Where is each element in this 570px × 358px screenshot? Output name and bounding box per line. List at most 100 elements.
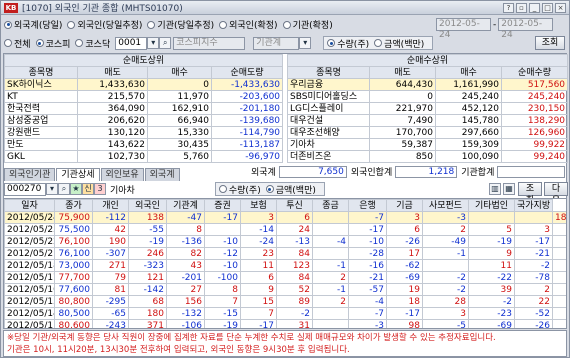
detail-table-row[interactable]: 2012/05/21 76,100 -307 246 82 -12 23 84 -28 17 -1 9… <box>4 247 566 260</box>
radio-market-kospi[interactable]: 코스피 <box>35 37 70 50</box>
sell-table-row[interactable]: 만도 143,622 30,435 -113,187 <box>4 138 284 151</box>
detail-table-row[interactable]: 2012/05/24 75,900 -112 138 -47 -17 3 6 -7 3 -3 18 <box>4 211 566 224</box>
chart-icon[interactable]: ▥ <box>489 183 501 195</box>
title-bar: KB [1070] 외국인 기관 종합 (MHTS01070) ? ▫ _ □ … <box>1 1 569 15</box>
radio-market-all[interactable]: 전체 <box>4 37 31 50</box>
detail-table-row[interactable]: 2012/05/23 75,500 42 -55 8 -14 24 -17 6 2 5 3 <box>4 223 566 236</box>
buy-table-row[interactable]: 우리금융 644,430 1,161,990 517,560 <box>287 78 569 91</box>
chevron-down-icon[interactable]: ▾ <box>299 37 312 49</box>
investor-value-cell: -4 <box>312 235 349 248</box>
tab-foreign-broker[interactable]: 외국계 <box>144 168 180 181</box>
favorite-icon[interactable]: ★ <box>70 183 82 195</box>
search-icon[interactable]: ⌕ <box>58 183 70 195</box>
radio-foreigner-confirmed[interactable]: 외국인(확정) <box>219 18 278 31</box>
investor-value-cell: -132 <box>166 307 205 320</box>
radio-market-kosdaq[interactable]: 코스닥 <box>75 37 110 50</box>
investor-value-cell <box>204 223 241 236</box>
sell-table-row[interactable]: GKL 102,730 5,760 -96,970 <box>4 150 284 163</box>
investor-value-cell <box>514 211 553 224</box>
detail-panel: 일자 종가 개인 외국인 기관계 증권 보험 투신 종금 은행 기금 사모펀드 기타법인 국가지방 201… <box>3 198 567 329</box>
investor-value-cell: 68 <box>128 295 167 308</box>
radio-dot <box>75 39 84 47</box>
buy-table-row[interactable]: 대우건설 7,490 145,780 138,290 <box>287 114 569 127</box>
detail-table-row[interactable]: 2012/05/16 77,600 81 -142 27 8 9 52 -1 -57 19 -2 39 2 <box>4 283 566 296</box>
investor-type-row: 외국계(당일) 외국인(당일추정) 기관(당일추정) 외국인(확정) 기관(확정… <box>4 18 569 40</box>
investor-value-cell: -62 <box>386 259 423 272</box>
date-from-input[interactable]: 2012-05-24 <box>436 18 491 40</box>
date-cell: 2012/05/24 <box>4 211 55 224</box>
help-button[interactable]: ? <box>503 3 514 13</box>
detail-table-row[interactable]: 2012/05/14 80,500 -65 180 -132 -15 7 -2 -7 -17 3 -2… <box>4 307 566 320</box>
tab-foreign-holding[interactable]: 외인보유 <box>100 168 144 181</box>
investor-value-cell: -17 <box>348 223 387 236</box>
buy-table-row[interactable]: 대우조선해양 170,700 297,660 126,960 <box>287 126 569 139</box>
stock-code-input[interactable]: 000270 <box>4 182 46 196</box>
radio-unit-quantity[interactable]: 수량(주) <box>327 37 369 50</box>
pin-button[interactable]: ▫ <box>516 3 527 13</box>
detail-table-row[interactable]: 2012/05/22 76,100 190 -19 -136 -10 -24 -13 -4 -10… <box>4 235 566 248</box>
radio-institution-estimate[interactable]: 기관(당일추정) <box>147 18 214 31</box>
buy-volume-cell: 0 <box>147 78 212 91</box>
radio-dot <box>4 20 12 29</box>
query-button[interactable]: 조회 <box>535 36 565 50</box>
inst-total-label: 기관합계 <box>461 168 495 178</box>
investor-value-cell <box>312 223 349 236</box>
dropdown-icon[interactable]: ▾ <box>46 183 58 195</box>
investor-value-cell: -19 <box>468 235 515 248</box>
detail-table-row[interactable]: 2012/05/15 80,800 -295 68 156 7 15 89 2 -4 18 28 -2 2… <box>4 295 566 308</box>
dropdown-icon[interactable]: ▾ <box>147 37 160 49</box>
radio-foreigner-estimate[interactable]: 외국인(당일추정) <box>67 18 142 31</box>
detail-table-row[interactable]: 2012/05/17 77,700 79 121 -201 -100 6 84 2 -21 -69-… <box>4 271 566 284</box>
sell-table-row[interactable]: KT 215,570 11,970 -203,600 <box>4 90 284 103</box>
investor-value-cell: -21 <box>514 247 553 260</box>
radio-institution-confirmed[interactable]: 기관(확정) <box>282 18 333 31</box>
radio-unit-amount[interactable]: 금액(백만) <box>374 37 424 50</box>
close-price-cell: 77,600 <box>54 283 93 296</box>
investor-value-cell: 31 <box>276 319 313 328</box>
net-buy-table-wrap: 순매수상위 종목명 매도 매수 순매수량 우리금융 644,430 1,161,99… <box>286 54 569 163</box>
buy-table-row[interactable]: 기아차 59,387 159,309 99,922 <box>287 138 569 151</box>
buy-table-row[interactable]: SBS미디어홀딩스 0 245,240 245,240 <box>287 90 569 103</box>
margin-icon[interactable]: 3 <box>94 183 106 195</box>
investor-value-cell: -14 <box>240 223 277 236</box>
maximize-button[interactable]: □ <box>542 3 553 13</box>
index-code-input[interactable]: 0001 <box>115 36 148 50</box>
investor-value-cell: -49 <box>422 235 469 248</box>
net-volume-cell: -113,187 <box>210 138 284 151</box>
close-button[interactable]: × <box>555 3 566 13</box>
radio-detail-quantity[interactable]: 수량(주) <box>218 183 261 196</box>
radio-detail-amount[interactable]: 금액(백만) <box>265 183 316 196</box>
investor-value-cell: 98 <box>386 319 423 328</box>
investor-value-cell: 52 <box>276 283 313 296</box>
investor-value-cell: -100 <box>204 271 241 284</box>
grid-icon[interactable]: ▦ <box>503 183 515 195</box>
close-price-cell: 77,700 <box>54 271 93 284</box>
radio-foreign-today[interactable]: 외국계(당일) <box>4 18 62 31</box>
detail-table-row[interactable]: 2012/05/11 80,600 -243 371 -106 -19 -17 31 -3 98-… <box>4 319 566 328</box>
buy-table-row[interactable]: 더존비즈온 850 100,090 99,240 <box>287 150 569 163</box>
detail-query-button[interactable]: 조회 <box>518 182 542 206</box>
date-cell: 2012/05/22 <box>4 235 55 248</box>
tab-foreign-institution[interactable]: 외국인기관 <box>4 168 56 181</box>
next-button[interactable]: 다음 <box>544 182 568 206</box>
search-icon[interactable]: ⌕ <box>159 37 172 49</box>
investor-value-cell: -12 <box>204 247 241 260</box>
credit-icon[interactable]: 신 <box>82 183 94 195</box>
sell-table-row[interactable]: 한국전력 364,090 162,910 -201,180 <box>4 102 284 115</box>
close-price-cell: 76,100 <box>54 247 93 260</box>
net-volume-cell: 230,150 <box>500 102 569 115</box>
date-to-input[interactable]: 2012-05-24 <box>498 18 554 40</box>
buy-table-row[interactable]: LG디스플레이 221,970 452,120 230,150 <box>287 102 569 115</box>
investor-value-cell: 3 <box>514 223 553 236</box>
net-volume-cell: -114,790 <box>210 126 284 139</box>
stock-name-cell: GKL <box>4 150 78 163</box>
tab-institution-detail[interactable]: 기관상세 <box>56 168 100 181</box>
investor-value-cell: -17 <box>514 235 553 248</box>
period-select[interactable]: 기관계 <box>253 36 300 50</box>
col-header: 증권 <box>204 199 241 212</box>
minimize-button[interactable]: _ <box>529 3 540 13</box>
detail-table-row[interactable]: 2012/05/18 73,000 271 -323 43 -10 11 123 -1 -16 -6… <box>4 259 566 272</box>
sell-table-row[interactable]: 강원랜드 130,120 15,330 -114,790 <box>4 126 284 139</box>
sell-table-row[interactable]: 삼성중공업 206,620 66,940 -139,680 <box>4 114 284 127</box>
sell-table-row[interactable]: SK하이닉스 1,433,630 0 -1,433,630 <box>4 78 284 91</box>
